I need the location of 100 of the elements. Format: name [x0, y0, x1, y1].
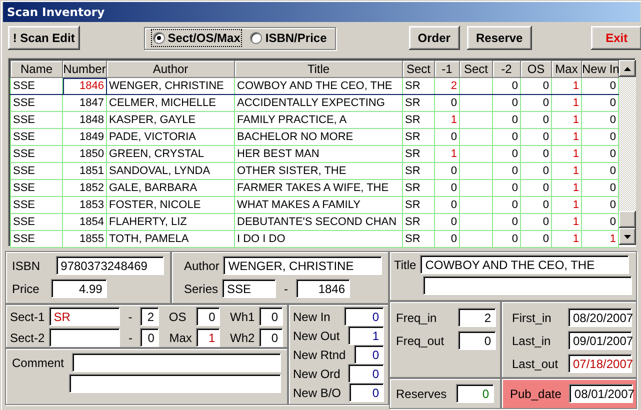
- input-field[interactable]: 0: [349, 383, 384, 402]
- field-label: Series: [184, 282, 218, 296]
- input-field[interactable]: 08/20/2007: [568, 308, 632, 327]
- table-cell: SR: [405, 80, 420, 92]
- table-cell: GALE, BARBARA: [109, 182, 198, 194]
- input-field[interactable]: 0: [258, 328, 284, 347]
- field-label: First_in: [512, 310, 552, 324]
- column-header[interactable]: Author: [106, 60, 234, 78]
- input-field[interactable]: 07/18/2007: [568, 354, 632, 373]
- radio-option[interactable]: ISBN/Price: [250, 31, 327, 45]
- scroll-down-icon[interactable]: [619, 228, 636, 245]
- scroll-thumb[interactable]: [619, 211, 636, 228]
- input-field[interactable]: 09/01/2007: [568, 331, 632, 350]
- input-field[interactable]: 0: [344, 307, 384, 326]
- input-field[interactable]: SR: [48, 307, 120, 326]
- table-cell: FOSTER, NICOLE: [109, 199, 201, 211]
- table-cell: SR: [405, 148, 420, 160]
- input-field[interactable]: 1: [348, 326, 384, 345]
- input-field[interactable]: [69, 374, 281, 393]
- column-header[interactable]: Number: [62, 60, 106, 78]
- input-field[interactable]: 1846: [296, 279, 350, 298]
- table-cell: 0: [450, 182, 457, 194]
- input-field[interactable]: 0: [354, 345, 384, 364]
- table-cell: 0: [512, 114, 518, 126]
- table-cell: CELMER, MICHELLE: [109, 97, 216, 109]
- table-cell: SANDOVAL, LYNDA: [109, 165, 210, 177]
- scroll-up-icon[interactable]: [619, 60, 636, 77]
- input-field[interactable]: 4.99: [51, 279, 108, 298]
- field-label: New B/O: [293, 386, 342, 400]
- input-field[interactable]: [48, 328, 120, 347]
- table-cell: 0: [542, 97, 549, 109]
- radio-option[interactable]: Sect/OS/Max: [152, 31, 240, 45]
- field-label: Pub_date: [510, 386, 562, 400]
- table-cell: 0: [450, 216, 457, 228]
- table-cell: 0: [542, 131, 549, 143]
- table-cell: 0: [542, 165, 549, 177]
- table-cell: 1846: [80, 80, 104, 92]
- table-cell: 0: [610, 148, 616, 160]
- input-field[interactable]: 0: [456, 384, 494, 403]
- scrollbar[interactable]: [619, 60, 636, 245]
- table-cell: 0: [542, 182, 549, 194]
- table-cell: 1849: [80, 131, 104, 143]
- table-cell: 0: [542, 233, 549, 245]
- input-field[interactable]: 1: [196, 328, 220, 347]
- input-field[interactable]: 0: [196, 307, 220, 326]
- input-field[interactable]: [72, 353, 281, 372]
- table-cell: HER BEST MAN: [237, 148, 320, 160]
- column-header[interactable]: Title: [234, 60, 402, 78]
- input-field[interactable]: 0: [140, 328, 160, 347]
- table-cell: SSE: [13, 182, 36, 194]
- input-field[interactable]: 2: [140, 307, 160, 326]
- table-cell: 1855: [80, 233, 104, 245]
- table-cell: SR: [405, 216, 420, 228]
- field-label: Author: [184, 258, 220, 272]
- table-cell: FARMER TAKES A WIFE, THE: [237, 182, 389, 194]
- column-header[interactable]: Name: [10, 60, 62, 78]
- input-field[interactable]: 9780373248469: [56, 256, 164, 275]
- table-cell: 0: [542, 80, 549, 92]
- table-cell: TOTH, PAMELA: [109, 233, 189, 245]
- toolbar-button[interactable]: Order: [408, 26, 460, 50]
- field-label: Freq_in: [396, 310, 437, 324]
- toolbar-button[interactable]: Reserve: [466, 26, 532, 50]
- input-field[interactable]: 0: [458, 331, 496, 350]
- table-cell: SR: [405, 182, 420, 194]
- field-label: Wh2: [230, 330, 255, 344]
- column-header[interactable]: -1: [434, 60, 460, 78]
- column-header[interactable]: OS: [520, 60, 552, 78]
- input-field[interactable]: WENGER, CHRISTINE: [223, 256, 382, 275]
- input-field[interactable]: [423, 276, 632, 295]
- table-cell: 1853: [80, 199, 104, 211]
- separator-text: -: [128, 330, 132, 344]
- table-cell: SR: [405, 233, 420, 245]
- table-cell: I DO I DO: [237, 233, 286, 245]
- column-header[interactable]: Sect: [402, 60, 434, 78]
- input-field[interactable]: 0: [258, 307, 283, 326]
- table-cell: 1: [572, 182, 579, 194]
- input-field[interactable]: 0: [348, 364, 384, 383]
- table-cell: SSE: [13, 199, 36, 211]
- column-header[interactable]: Sect: [460, 60, 492, 78]
- field-label: ISBN: [12, 258, 40, 272]
- input-field[interactable]: 2: [458, 308, 496, 327]
- input-field[interactable]: COWBOY AND THE CEO, THE: [420, 255, 630, 274]
- input-field[interactable]: SSE: [222, 279, 276, 298]
- table-cell: SSE: [13, 165, 36, 177]
- column-header[interactable]: -2: [492, 60, 520, 78]
- column-header[interactable]: Max: [552, 60, 582, 78]
- input-field[interactable]: 08/01/2007: [569, 384, 634, 403]
- table-cell: 0: [512, 80, 518, 92]
- table-cell: 0: [512, 165, 518, 177]
- toolbar-button[interactable]: ! Scan Edit: [8, 26, 80, 50]
- field-label: New Rtnd: [293, 348, 346, 362]
- table-cell: DEBUTANTE'S SECOND CHAN: [237, 216, 397, 228]
- field-label: Title: [394, 258, 416, 272]
- column-header[interactable]: New In: [582, 60, 618, 78]
- table-cell: GREEN, CRYSTAL: [109, 148, 204, 160]
- field-label: Sect-2: [10, 330, 45, 344]
- table-cell: 1: [572, 80, 579, 92]
- window-title: Scan Inventory: [7, 5, 105, 19]
- table-cell: WHAT MAKES A FAMILY: [237, 199, 360, 211]
- table-cell: 1851: [80, 165, 104, 177]
